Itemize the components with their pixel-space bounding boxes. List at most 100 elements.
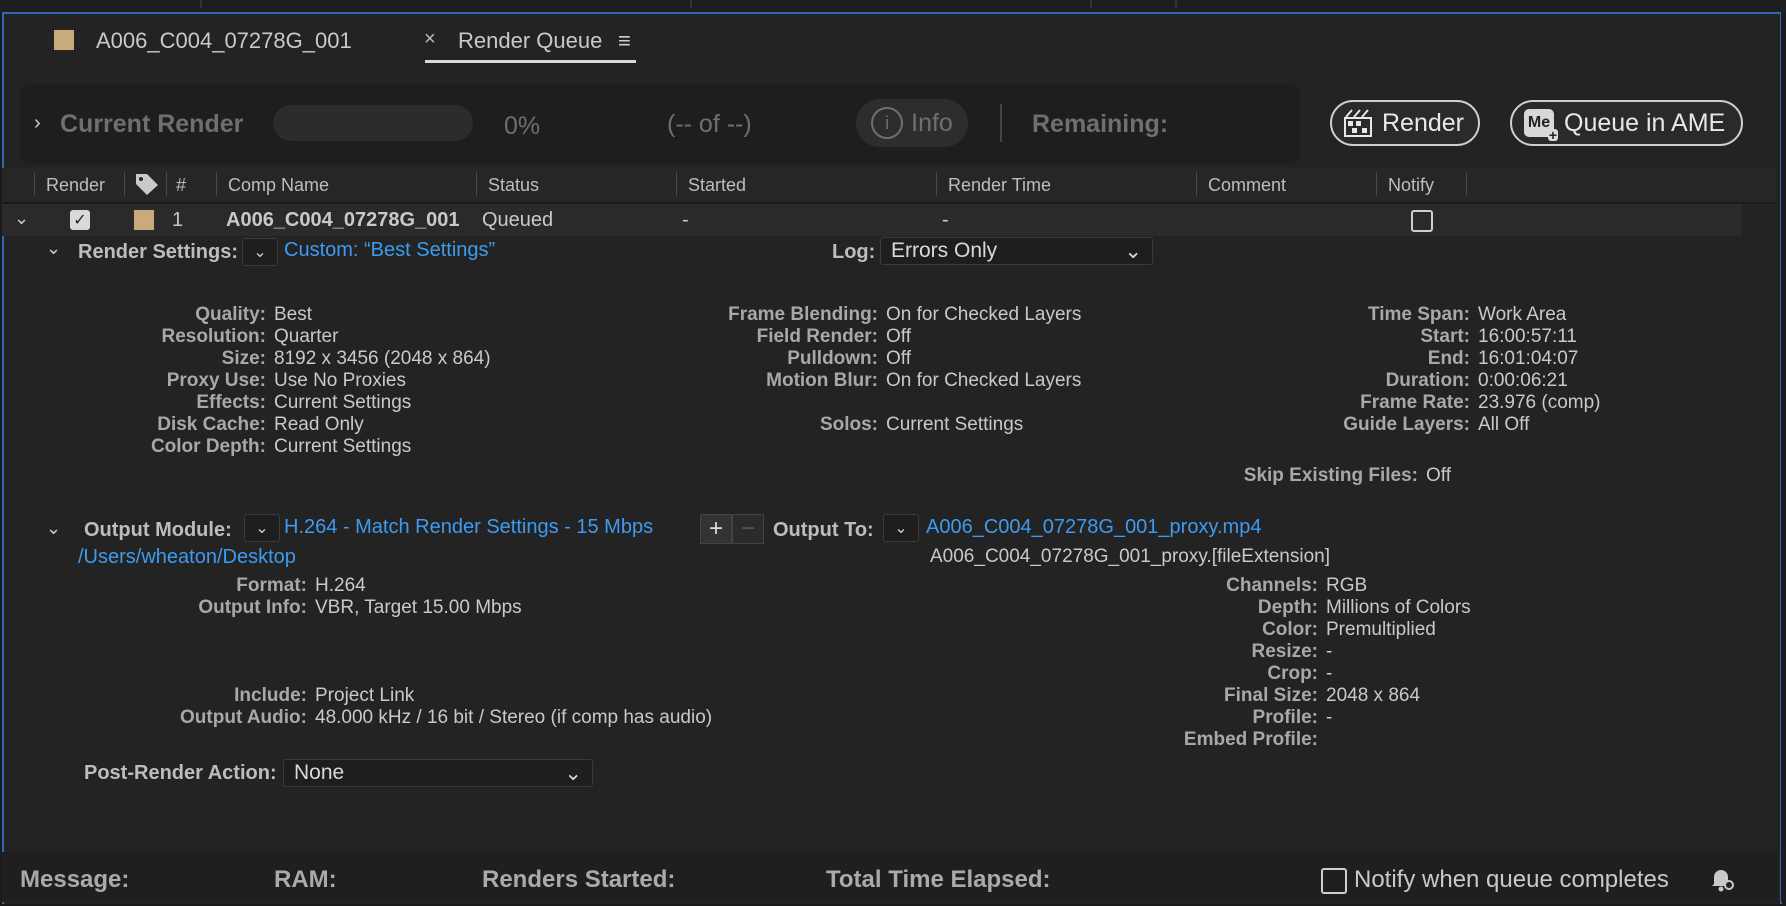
remaining-label: Remaining: bbox=[1032, 110, 1169, 138]
setting-value: Current Settings bbox=[274, 436, 412, 457]
render-settings-chevron-icon[interactable]: ⌄ bbox=[46, 238, 61, 259]
row-label-swatch[interactable] bbox=[134, 210, 154, 230]
render-checkbox[interactable]: ✓ bbox=[70, 210, 90, 230]
chevron-down-icon[interactable]: ⌄ bbox=[14, 208, 29, 229]
setting-row: Depth: Millions of Colors bbox=[0, 597, 1471, 619]
setting-key: Time Span: bbox=[1367, 304, 1470, 325]
setting-row: Final Size: 2048 x 864 bbox=[0, 685, 1420, 707]
col-render-time[interactable]: Render Time bbox=[948, 175, 1051, 196]
ram-label: RAM: bbox=[274, 866, 337, 893]
tab-render-queue[interactable]: Render Queue bbox=[458, 28, 602, 54]
add-output-module-button[interactable]: + bbox=[700, 514, 732, 544]
output-to-label: Output To: bbox=[773, 519, 874, 541]
setting-key: Final Size: bbox=[1224, 685, 1318, 706]
setting-value: Work Area bbox=[1478, 304, 1567, 325]
setting-key: Frame Rate: bbox=[1360, 392, 1470, 413]
comp-color-swatch bbox=[54, 30, 74, 50]
setting-key: Duration: bbox=[1385, 370, 1470, 391]
output-to-dropdown[interactable]: ⌄ bbox=[883, 514, 919, 542]
notify-queue-checkbox[interactable] bbox=[1321, 868, 1347, 894]
setting-value: Premultiplied bbox=[1326, 619, 1436, 640]
render-progress-bar bbox=[273, 105, 473, 141]
info-button[interactable]: i Info bbox=[856, 99, 968, 147]
setting-row: Resize: - bbox=[0, 641, 1332, 663]
col-comment[interactable]: Comment bbox=[1208, 175, 1286, 196]
notify-checkbox[interactable] bbox=[1411, 210, 1433, 232]
output-file-link[interactable]: A006_C004_07278G_001_proxy.mp4 bbox=[926, 516, 1261, 539]
notification-bell-icon[interactable] bbox=[1706, 864, 1736, 899]
setting-row: Crop: - bbox=[0, 663, 1332, 685]
render-icon bbox=[1344, 109, 1372, 137]
output-module-chevron-icon[interactable]: ⌄ bbox=[46, 518, 61, 539]
post-render-value: None bbox=[294, 761, 345, 784]
setting-key: Crop: bbox=[1267, 663, 1318, 684]
col-status[interactable]: Status bbox=[488, 175, 539, 196]
setting-row: Profile: - bbox=[0, 707, 1333, 729]
total-time-elapsed-label: Total Time Elapsed: bbox=[826, 866, 1051, 893]
setting-value: 16:00:57:11 bbox=[1478, 326, 1577, 347]
chevron-right-icon[interactable]: › bbox=[34, 112, 41, 135]
right-edge bbox=[1781, 12, 1786, 902]
col-notify[interactable]: Notify bbox=[1388, 175, 1434, 196]
render-settings-link[interactable]: Custom: “Best Settings” bbox=[284, 239, 495, 262]
setting-value: 16:01:04:07 bbox=[1478, 348, 1579, 369]
post-render-select[interactable]: None ⌄ bbox=[283, 759, 593, 787]
queue-in-ame-label: Queue in AME bbox=[1564, 108, 1726, 137]
setting-row: Embed Profile: bbox=[0, 729, 1318, 751]
setting-key: Start: bbox=[1420, 326, 1470, 347]
output-module-label: Output Module: bbox=[84, 519, 232, 541]
setting-row: End: 16:01:04:07 bbox=[0, 348, 1579, 370]
setting-key: Color: bbox=[1262, 619, 1318, 640]
setting-value: - bbox=[1326, 641, 1333, 662]
panel-menu-icon[interactable]: ≡ bbox=[618, 28, 631, 54]
output-module-link[interactable]: H.264 - Match Render Settings - 15 Mbps bbox=[284, 516, 653, 539]
setting-value: Millions of Colors bbox=[1326, 597, 1471, 618]
setting-key: Guide Layers: bbox=[1343, 414, 1470, 435]
remove-output-module-button[interactable]: − bbox=[732, 514, 764, 544]
active-tab-underline bbox=[425, 60, 636, 63]
row-render-time: - bbox=[942, 209, 949, 231]
setting-value: RGB bbox=[1326, 575, 1368, 596]
message-label: Message: bbox=[20, 866, 130, 893]
tab-comp[interactable]: A006_C004_07278G_001 bbox=[96, 28, 352, 54]
setting-row: Frame Rate: 23.976 (comp) bbox=[0, 392, 1600, 414]
render-button[interactable]: Render bbox=[1330, 100, 1480, 146]
setting-key: Resize: bbox=[1251, 641, 1318, 662]
render-label: Render bbox=[1382, 108, 1464, 137]
setting-value: - bbox=[1326, 663, 1333, 684]
setting-row: Color: Premultiplied bbox=[0, 619, 1436, 641]
info-icon: i bbox=[871, 107, 904, 139]
col-started[interactable]: Started bbox=[688, 175, 746, 196]
setting-key: Depth: bbox=[1257, 597, 1318, 618]
setting-value: 0:00:06:21 bbox=[1478, 370, 1568, 391]
setting-value: All Off bbox=[1478, 414, 1530, 435]
col-render[interactable]: Render bbox=[46, 175, 105, 196]
row-number: 1 bbox=[172, 209, 184, 231]
output-template: A006_C004_07278G_001_proxy.[fileExtensio… bbox=[930, 546, 1330, 567]
col-comp-name[interactable]: Comp Name bbox=[228, 175, 329, 196]
top-strip bbox=[0, 0, 1786, 12]
chevron-down-icon: ⌄ bbox=[564, 761, 582, 785]
divider bbox=[1000, 104, 1002, 142]
row-comp-name: A006_C004_07278G_001 bbox=[226, 209, 460, 231]
col-number[interactable]: # bbox=[176, 175, 186, 196]
render-settings-dropdown[interactable]: ⌄ bbox=[242, 238, 278, 266]
output-module-dropdown[interactable]: ⌄ bbox=[244, 514, 280, 542]
queue-in-ame-button[interactable]: Me + Queue in AME bbox=[1510, 100, 1743, 146]
setting-key: Channels: bbox=[1226, 575, 1318, 596]
notify-queue-label[interactable]: Notify when queue completes bbox=[1354, 866, 1669, 894]
label-tag-icon[interactable] bbox=[134, 172, 160, 201]
output-path-link[interactable]: /Users/wheaton/Desktop bbox=[78, 546, 296, 569]
render-count: (-- of --) bbox=[667, 110, 752, 138]
media-encoder-icon: Me + bbox=[1524, 109, 1558, 142]
setting-row: Color Depth: Current Settings bbox=[0, 436, 411, 458]
log-select[interactable]: Errors Only ⌄ bbox=[880, 237, 1153, 265]
setting-value: 23.976 (comp) bbox=[1478, 392, 1601, 413]
setting-row: Duration: 0:00:06:21 bbox=[0, 370, 1568, 392]
close-icon[interactable]: × bbox=[424, 28, 436, 51]
skip-existing-files[interactable]: Skip Existing Files: Off bbox=[0, 465, 1786, 487]
log-value: Errors Only bbox=[891, 239, 998, 262]
setting-value: - bbox=[1326, 707, 1333, 728]
setting-key: End: bbox=[1427, 348, 1470, 369]
setting-row: Time Span: Work Area bbox=[0, 304, 1566, 326]
